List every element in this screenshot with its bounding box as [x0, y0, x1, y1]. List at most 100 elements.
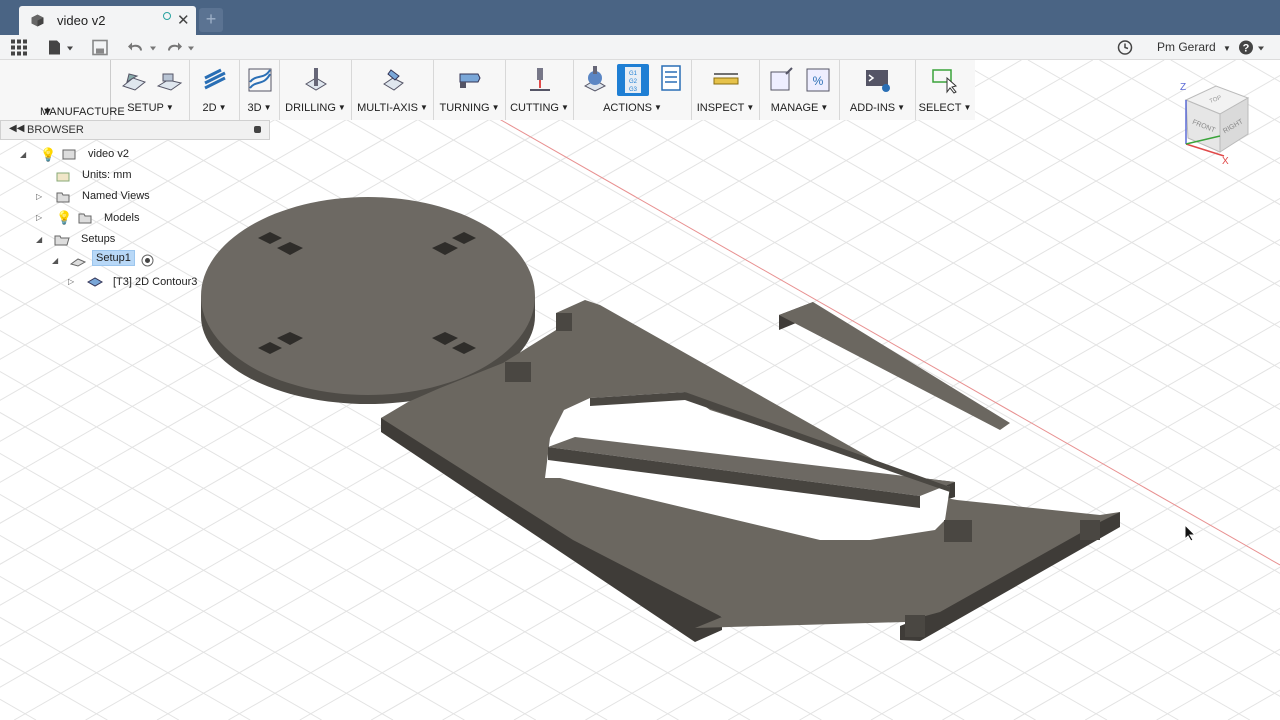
setup-icon	[121, 73, 146, 91]
close-tab-icon[interactable]: ✕	[177, 11, 190, 29]
cutting-label: CUTTING	[510, 102, 559, 114]
document-tab-bar: video v2 ✕ +	[0, 0, 1280, 35]
svg-text:%: %	[812, 74, 823, 88]
2d-adaptive-icon	[203, 68, 226, 90]
select-cursor-icon	[932, 69, 958, 94]
collapse-triangle-icon[interactable]: ◢	[52, 256, 58, 265]
mouse-cursor-icon	[1184, 524, 1197, 542]
online-status-icon	[163, 12, 171, 20]
chevron-down-icon: ▼	[263, 103, 272, 112]
user-account-menu[interactable]: Pm Gerard ▼	[1157, 40, 1231, 59]
job-status-clock-icon[interactable]	[1117, 38, 1133, 57]
cutting-icon	[529, 68, 550, 91]
tree-item-2d-contour[interactable]: [T3] 2D Contour3	[113, 276, 197, 288]
chevron-down-icon: ▼	[165, 103, 174, 112]
chevron-down-icon: ▼	[218, 103, 227, 112]
folder-icon	[56, 192, 70, 203]
cutting-group[interactable]: CUTTING ▼	[506, 60, 574, 120]
tree-item-setups[interactable]: Setups	[81, 233, 115, 245]
axis-x-label: X	[1222, 156, 1229, 166]
tree-item-models[interactable]: Models	[104, 212, 139, 224]
redo-icon[interactable]	[166, 38, 198, 57]
axis-z-label: Z	[1180, 82, 1186, 93]
3d-adaptive-icon	[248, 68, 271, 92]
measure-icon	[713, 73, 738, 85]
new-tab-button[interactable]: +	[199, 8, 223, 32]
multi-axis-label: MULTI-AXIS	[357, 102, 418, 114]
chevron-down-icon: ▼	[42, 106, 53, 118]
expand-triangle-icon[interactable]: ▷	[36, 192, 42, 201]
svg-text:G3: G3	[628, 87, 637, 93]
chevron-down-icon: ▼	[420, 103, 428, 112]
2d-group[interactable]: 2D ▼	[190, 60, 240, 120]
expand-triangle-icon[interactable]: ▷	[36, 213, 42, 222]
scripts-addins-icon	[865, 70, 890, 92]
pin-panel-icon[interactable]	[254, 126, 261, 133]
multi-axis-icon	[382, 69, 404, 91]
svg-text:?: ?	[1243, 43, 1250, 55]
select-group[interactable]: SELECT ▼	[916, 60, 974, 120]
file-menu-icon[interactable]	[47, 38, 75, 57]
visibility-bulb-icon[interactable]: 💡	[56, 210, 72, 226]
2d-contour-operation-icon	[87, 277, 103, 287]
chevron-down-icon: ▼	[746, 103, 755, 112]
folder-icon	[78, 213, 92, 224]
undo-icon[interactable]	[128, 38, 160, 57]
document-cube-icon	[31, 14, 44, 27]
manage-group[interactable]: % MANAGE ▼	[760, 60, 840, 120]
manage-label: MANAGE	[770, 102, 819, 114]
post-process-icon: G1 G2 G3	[616, 64, 649, 96]
setup-sheet-icon	[660, 65, 681, 91]
add-ins-label: ADD-INS	[849, 102, 896, 114]
chevron-down-icon: ▼	[491, 103, 500, 112]
svg-text:G1: G1	[628, 71, 637, 77]
collapse-triangle-icon[interactable]: ◢	[36, 235, 42, 244]
graphics-canvas[interactable]	[0, 60, 1280, 720]
tool-library-icon	[770, 67, 793, 91]
post-library-icon: %	[806, 68, 829, 92]
chevron-down-icon: ▼	[337, 103, 346, 112]
browser-panel-header: ◀◀ BROWSER	[0, 120, 270, 140]
tree-item-units[interactable]: Units: mm	[82, 169, 132, 181]
turning-label: TURNING	[439, 102, 490, 114]
simulate-icon	[583, 66, 606, 92]
setup-item-icon	[70, 258, 86, 267]
help-icon[interactable]: ?	[1238, 38, 1266, 57]
drilling-group[interactable]: DRILLING ▼	[280, 60, 352, 120]
visibility-bulb-icon[interactable]: 💡	[40, 147, 56, 163]
multi-axis-group[interactable]: MULTI-AXIS ▼	[352, 60, 434, 120]
quick-access-bar: Pm Gerard ▼ ?	[0, 35, 1280, 60]
tree-item-document[interactable]: video v2	[88, 148, 129, 160]
expand-triangle-icon[interactable]: ▷	[68, 277, 74, 286]
2d-label: 2D	[202, 102, 217, 114]
select-label: SELECT	[918, 102, 962, 114]
tree-item-setup1[interactable]: Setup1	[92, 250, 135, 266]
chevron-down-icon: ▼	[963, 103, 972, 112]
viewcube[interactable]: TOP FRONT RIGHT Z X	[1176, 76, 1256, 166]
drill-icon	[304, 68, 327, 91]
browser-title: BROWSER	[27, 124, 84, 136]
active-setup-radio-icon[interactable]	[141, 254, 154, 267]
actions-group[interactable]: G1 G2 G3 ACTIONS ▼	[574, 60, 692, 120]
collapse-panel-icon[interactable]: ◀◀	[9, 123, 24, 134]
tree-item-named-views[interactable]: Named Views	[82, 190, 150, 202]
document-tab[interactable]: video v2 ✕	[19, 6, 196, 35]
ribbon-toolbar: MANUFACTURE ▼ SETUP ▼ 2D ▼ 3D ▼ DRILLING ▼ MU…	[0, 60, 975, 120]
workspace-switcher[interactable]: MANUFACTURE ▼	[10, 60, 125, 120]
data-panel-grid-icon[interactable]	[11, 38, 27, 57]
setup1-label: Setup1	[92, 250, 135, 266]
user-name: Pm Gerard	[1157, 40, 1216, 54]
3d-group[interactable]: 3D ▼	[240, 60, 280, 120]
chevron-down-icon: ▼	[1223, 44, 1231, 53]
add-ins-group[interactable]: ADD-INS ▼	[840, 60, 916, 120]
chevron-down-icon: ▼	[560, 103, 569, 112]
save-icon[interactable]	[92, 38, 108, 57]
setup-group[interactable]: SETUP ▼	[112, 60, 190, 120]
drilling-label: DRILLING	[285, 102, 336, 114]
setup-label: SETUP	[127, 102, 164, 114]
expand-triangle-icon[interactable]: ◢	[20, 150, 26, 159]
turning-group[interactable]: TURNING ▼	[434, 60, 506, 120]
inspect-group[interactable]: INSPECT ▼	[692, 60, 760, 120]
setups-folder-icon	[54, 235, 70, 246]
chevron-down-icon: ▼	[820, 103, 829, 112]
